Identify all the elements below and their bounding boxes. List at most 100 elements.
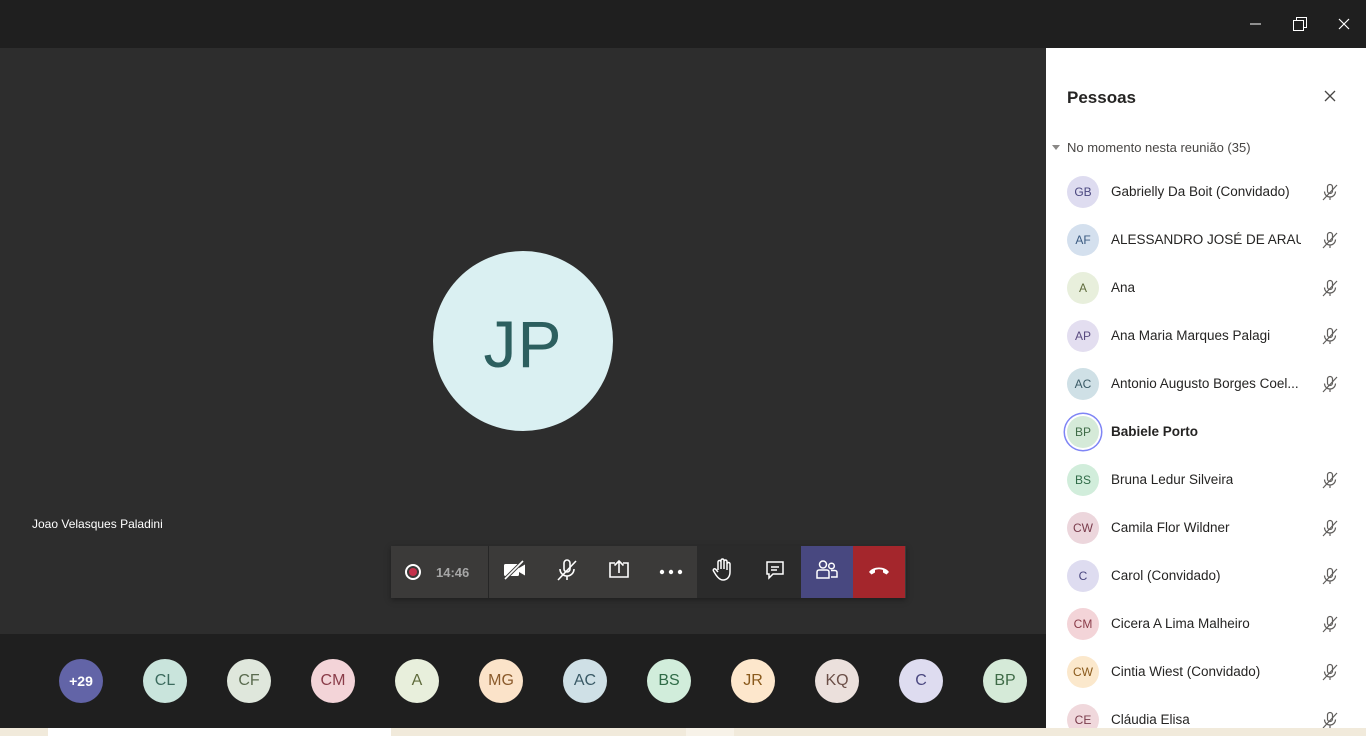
participant-name: Antonio Augusto Borges Coel... (1111, 376, 1299, 391)
participant-avatar: A (1067, 272, 1099, 304)
mic-muted-icon (1320, 182, 1340, 202)
panel-title: Pessoas (1067, 88, 1136, 107)
in-meeting-section-header[interactable]: No momento nesta reunião (35) (1052, 140, 1251, 155)
chat-icon (764, 559, 786, 586)
mic-muted-icon (1320, 614, 1340, 634)
recording-timer: 14:46 (391, 546, 489, 598)
participant-avatar[interactable]: CM (311, 659, 355, 703)
raise-hand-button[interactable] (697, 546, 749, 598)
participant-row[interactable]: A Ana (1046, 264, 1366, 312)
mic-muted-icon (1320, 566, 1340, 586)
participant-avatar[interactable]: BP (983, 659, 1027, 703)
participant-name: Ana (1111, 280, 1136, 295)
meeting-stage: JP Joao Velasques Paladini 14:46 (0, 48, 1046, 634)
taskbar-item (48, 728, 391, 736)
minimize-icon (1250, 18, 1262, 30)
chat-button[interactable] (749, 546, 801, 598)
camera-off-icon (502, 559, 528, 586)
participant-row[interactable]: BP Babiele Porto (1046, 408, 1366, 456)
restore-icon (1293, 17, 1307, 31)
call-controls-bar: 14:46 (391, 546, 906, 598)
participant-avatar[interactable]: CF (227, 659, 271, 703)
recording-icon (405, 564, 421, 580)
participant-name: ALESSANDRO JOSÉ DE ARAUJ... (1111, 232, 1301, 247)
participant-name: Bruna Ledur Silveira (1111, 472, 1234, 487)
more-actions-icon (659, 563, 683, 581)
mic-muted-icon (1320, 662, 1340, 682)
taskbar-item (686, 728, 734, 736)
mic-muted-icon (1320, 710, 1340, 728)
participant-avatar: CE (1067, 704, 1099, 728)
participant-avatar[interactable]: JR (731, 659, 775, 703)
participant-name: Gabrielly Da Boit (Convidado) (1111, 184, 1290, 199)
participant-row[interactable]: C Carol (Convidado) (1046, 552, 1366, 600)
restore-button[interactable] (1278, 0, 1322, 48)
call-duration: 14:46 (436, 564, 470, 580)
participant-avatar: CW (1067, 656, 1099, 688)
people-icon (815, 559, 839, 586)
main-participant-avatar: JP (433, 251, 613, 431)
participant-name: Carol (Convidado) (1111, 568, 1221, 583)
close-icon (1324, 89, 1336, 107)
people-panel: Pessoas No momento nesta reunião (35) GB… (1046, 48, 1366, 728)
share-screen-button[interactable] (593, 546, 645, 598)
mic-muted-icon (1320, 470, 1340, 490)
participant-avatar[interactable]: A (395, 659, 439, 703)
main-participant-initials: JP (483, 307, 563, 381)
participant-name: Babiele Porto (1111, 424, 1199, 439)
participant-row[interactable]: CE Cláudia Elisa (1046, 696, 1366, 728)
participant-name: Camila Flor Wildner (1111, 520, 1230, 535)
participant-row[interactable]: AF ALESSANDRO JOSÉ DE ARAUJ... (1046, 216, 1366, 264)
microphone-toggle-button[interactable] (541, 546, 593, 598)
minimize-button[interactable] (1234, 0, 1278, 48)
mic-muted-icon (1320, 326, 1340, 346)
participant-row[interactable]: AC Antonio Augusto Borges Coel... (1046, 360, 1366, 408)
participant-row[interactable]: BS Bruna Ledur Silveira (1046, 456, 1366, 504)
participant-name: Cláudia Elisa (1111, 712, 1190, 727)
participant-strip: +29 CL CF CM A MG AC BS JR KQ C BP (0, 634, 1046, 728)
participant-row[interactable]: CW Cintia Wiest (Convidado) (1046, 648, 1366, 696)
taskbar-edge (0, 728, 1366, 736)
mic-off-icon (555, 558, 579, 587)
mic-muted-icon (1320, 230, 1340, 250)
people-button[interactable] (801, 546, 853, 598)
mic-muted-icon (1320, 278, 1340, 298)
share-screen-icon (607, 559, 631, 586)
participant-avatar: BP (1067, 416, 1099, 448)
participant-avatar[interactable]: CL (143, 659, 187, 703)
participant-avatar: AP (1067, 320, 1099, 352)
participant-avatar[interactable]: BS (647, 659, 691, 703)
participant-avatar[interactable]: C (899, 659, 943, 703)
participant-avatar[interactable]: MG (479, 659, 523, 703)
participant-row[interactable]: GB Gabrielly Da Boit (Convidado) (1046, 168, 1366, 216)
mic-muted-icon (1320, 518, 1340, 538)
participant-avatar: AF (1067, 224, 1099, 256)
participant-row[interactable]: CM Cicera A Lima Malheiro (1046, 600, 1366, 648)
camera-toggle-button[interactable] (489, 546, 541, 598)
section-label: No momento nesta reunião (35) (1067, 140, 1251, 155)
participant-avatar: BS (1067, 464, 1099, 496)
participant-avatar: C (1067, 560, 1099, 592)
participant-avatar: CW (1067, 512, 1099, 544)
participant-name: Cintia Wiest (Convidado) (1111, 664, 1261, 679)
participant-avatar: CM (1067, 608, 1099, 640)
close-window-button[interactable] (1322, 0, 1366, 48)
more-actions-button[interactable] (645, 546, 697, 598)
title-bar (0, 0, 1366, 48)
participant-row[interactable]: AP Ana Maria Marques Palagi (1046, 312, 1366, 360)
hang-up-icon (867, 563, 891, 581)
hang-up-button[interactable] (853, 546, 905, 598)
participant-row[interactable]: CW Camila Flor Wildner (1046, 504, 1366, 552)
raise-hand-icon (712, 557, 734, 587)
caret-down-icon (1052, 145, 1060, 150)
more-participants-button[interactable]: +29 (59, 659, 103, 703)
participant-avatar: AC (1067, 368, 1099, 400)
close-panel-button[interactable] (1316, 86, 1344, 110)
participant-avatar[interactable]: KQ (815, 659, 859, 703)
participant-name: Ana Maria Marques Palagi (1111, 328, 1271, 343)
mic-muted-icon (1320, 374, 1340, 394)
close-icon (1338, 18, 1350, 30)
main-participant-name: Joao Velasques Paladini (32, 517, 163, 531)
participant-avatar[interactable]: AC (563, 659, 607, 703)
participant-avatar: GB (1067, 176, 1099, 208)
